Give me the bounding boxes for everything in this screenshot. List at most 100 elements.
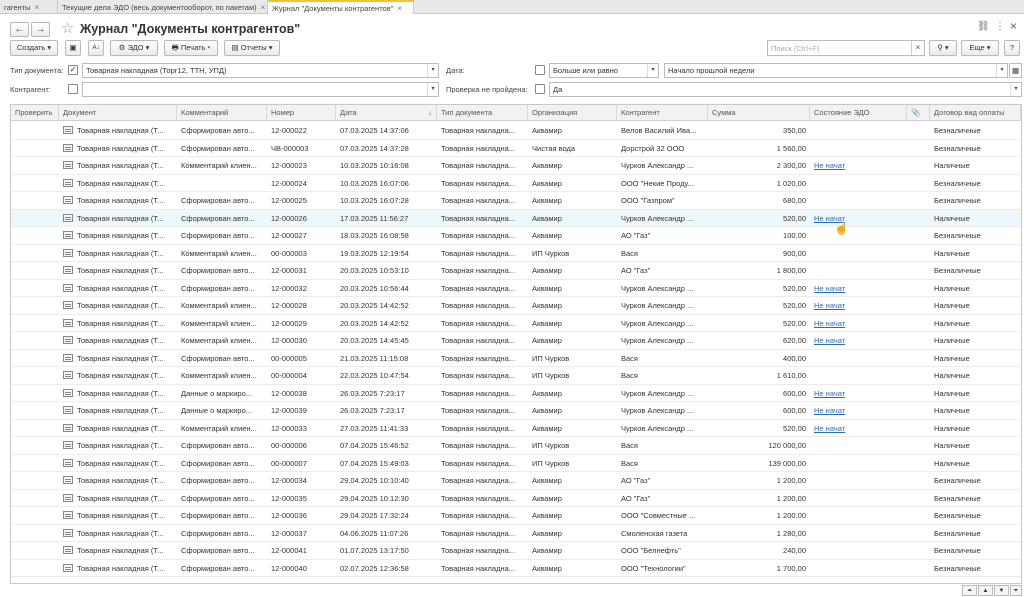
tab-journal[interactable]: Журнал "Документы контрагентов" × — [268, 0, 414, 14]
table-row[interactable]: Товарная накладная (Т... Сформирован авто… — [11, 209, 1021, 227]
table-row[interactable]: Товарная накладная (Т... Сформирован авто… — [11, 525, 1021, 542]
dropdown-icon[interactable]: ▾ — [1010, 83, 1021, 96]
date-condition-field[interactable]: Больше или равно ▾ — [549, 63, 659, 78]
table-row[interactable]: Товарная накладная (Т... Сформирован авто… — [11, 280, 1021, 297]
col-edo-state-cell[interactable]: Не начат — [810, 280, 907, 297]
col-edo-state-cell[interactable]: Не начат — [810, 210, 907, 227]
scroll-up-button[interactable]: ▲ — [978, 585, 993, 596]
col-check-cell — [11, 175, 59, 192]
dropdown-icon[interactable]: ▾ — [647, 64, 658, 77]
table-row[interactable]: Товарная накладная (Т... Сформирован авто… — [11, 350, 1021, 367]
col-document-header[interactable]: Документ — [59, 105, 177, 121]
table-row[interactable]: Товарная накладная (Т... Комментарий клие… — [11, 420, 1021, 437]
table-row[interactable]: Товарная накладная (Т... Сформирован авто… — [11, 262, 1021, 280]
tab-counterparties[interactable]: гагенты × — [0, 0, 58, 14]
search-input[interactable]: Поиск (Ctrl+F) × — [767, 40, 925, 56]
help-button[interactable]: ? — [1004, 40, 1020, 56]
more-icon[interactable]: ⋮ — [995, 21, 1005, 32]
scroll-down-button[interactable]: ▼ — [994, 585, 1009, 596]
table-row[interactable]: Товарная накладная (Т... Комментарий клие… — [11, 297, 1021, 315]
col-doctype-header[interactable]: Тип документа — [437, 105, 528, 121]
check-failed-checkbox[interactable] — [535, 84, 545, 94]
col-comment-header[interactable]: Комментарий — [177, 105, 267, 121]
create-button[interactable]: Создать ▾ — [10, 40, 58, 56]
table-row[interactable]: Товарная накладная (Т... Сформирован авто… — [11, 472, 1021, 490]
table-row[interactable]: Товарная накладная (Т... Сформирован авто… — [11, 560, 1021, 577]
reports-label: Отчеты — [240, 43, 267, 52]
col-check-cell — [11, 507, 59, 524]
forward-button[interactable]: → — [31, 22, 50, 37]
table-row[interactable]: Товарная накладная (Т... Сформирован авто… — [11, 227, 1021, 245]
table-row[interactable]: Товарная накладная (Т... Сформирован авто… — [11, 455, 1021, 472]
table-row[interactable]: Товарная накладная (Т... Комментарий клие… — [11, 245, 1021, 262]
col-edo-state-cell[interactable]: Не начат — [810, 385, 907, 402]
col-edo-state-cell[interactable]: Не начат — [810, 332, 907, 349]
col-counterparty-header[interactable]: Контрагент — [617, 105, 708, 121]
counterparty-checkbox[interactable] — [68, 84, 78, 94]
table-row[interactable]: Товарная накладная (Т... Сформирован авто… — [11, 140, 1021, 157]
more-button[interactable]: Еще ▾ — [961, 40, 999, 56]
table-row[interactable]: Товарная накладная (Т... Комментарий клие… — [11, 332, 1021, 350]
close-icon[interactable]: × — [397, 3, 402, 14]
col-doctype-cell: Товарная накладна... — [441, 406, 516, 415]
close-icon[interactable]: × — [1010, 19, 1017, 33]
col-edo-state-cell[interactable]: Не начат — [810, 402, 907, 419]
edo-button[interactable]: ⚙ ЭДО ▾ — [110, 40, 158, 56]
print-button[interactable]: 🖶 Печать ▾ — [164, 40, 218, 56]
col-edo-state-cell[interactable]: Не начат — [810, 157, 907, 174]
col-document-cell: Товарная накладная (Т... — [59, 367, 177, 384]
col-organization-header[interactable]: Организация — [528, 105, 617, 121]
col-edo-state-cell[interactable]: Не начат — [810, 297, 907, 314]
table-row[interactable]: Товарная накладная (Т... Данные о маркиро… — [11, 402, 1021, 420]
table-row[interactable]: Товарная накладная (Т... Сформирован авто… — [11, 192, 1021, 210]
col-payment-cell: Безналичные — [934, 476, 981, 485]
col-edo-state-cell[interactable]: Не начат — [810, 315, 907, 332]
star-icon[interactable]: ☆ — [61, 19, 74, 37]
date-checkbox[interactable] — [535, 65, 545, 75]
check-failed-field[interactable]: Да ▾ — [549, 82, 1022, 97]
col-check-cell — [11, 385, 59, 402]
search-button[interactable]: ⚲ ▾ — [929, 40, 957, 56]
col-counterparty-cell: Смоленская газета — [621, 528, 688, 538]
dropdown-icon[interactable]: ▾ — [427, 83, 438, 96]
close-icon[interactable]: × — [34, 1, 39, 14]
col-edo-state-cell[interactable]: Не начат — [810, 420, 907, 437]
calendar-button[interactable]: ▦ — [1009, 63, 1022, 78]
close-icon[interactable]: × — [261, 1, 266, 14]
table-row[interactable]: Товарная накладная (Т... Сформирован авто… — [11, 490, 1021, 507]
clear-icon[interactable]: × — [911, 41, 924, 55]
table-row[interactable]: Товарная накладная (Т... Сформирован авто… — [11, 122, 1021, 140]
back-button[interactable]: ← — [10, 22, 29, 37]
doc-type-field[interactable]: Товарная накладная (Торг12, ТТН, УПД) ▾ — [82, 63, 439, 78]
table-row[interactable]: Товарная накладная (Т... Комментарий клие… — [11, 157, 1021, 175]
reports-button[interactable]: ▤ Отчеты ▾ — [224, 40, 280, 56]
link-icon[interactable]: ⛓ — [977, 21, 990, 32]
table-row[interactable]: Товарная накладная (Т... Сформирован авто… — [11, 437, 1021, 455]
col-attachment-header[interactable]: 📎 — [907, 105, 930, 121]
dropdown-icon[interactable]: ▾ — [996, 64, 1007, 77]
dropdown-icon[interactable]: ▾ — [427, 64, 438, 77]
copy-button[interactable]: ▣ — [65, 40, 81, 56]
col-edo-state-header[interactable]: Состояние ЭДО — [810, 105, 907, 121]
col-payment-header[interactable]: Договор вид оплаты — [930, 105, 1021, 121]
col-doctype-cell: Товарная накладна... — [441, 353, 516, 363]
doc-type-checkbox[interactable]: ✓ — [68, 65, 78, 75]
date-value-field[interactable]: Начало прошлой недели ▾ — [664, 63, 1008, 78]
col-counterparty-cell: Вася — [621, 441, 638, 450]
sort-button[interactable]: A↓ — [88, 40, 104, 56]
table-row[interactable]: Товарная накладная (Т... Сформирован авто… — [11, 542, 1021, 560]
col-date-header[interactable]: Дата ↓ — [336, 105, 437, 121]
table-row[interactable]: Товарная накладная (Т... Данные о маркиро… — [11, 385, 1021, 402]
scroll-bottom-button[interactable]: ⏷ — [1010, 585, 1022, 596]
table-row[interactable]: Товарная накладная (Т... Комментарий клие… — [11, 315, 1021, 332]
table-row[interactable]: Товарная накладная (Т... 12-000024 10.03.2… — [11, 175, 1021, 192]
table-row[interactable]: Товарная накладная (Т... Сформирован авто… — [11, 507, 1021, 525]
scroll-top-button[interactable]: ⏶ — [962, 585, 977, 596]
col-check-header[interactable]: Проверить — [11, 105, 59, 121]
col-payment-cell: Безналичные — [934, 563, 981, 573]
counterparty-field[interactable]: ▾ — [82, 82, 439, 97]
col-amount-header[interactable]: Сумма — [708, 105, 810, 121]
table-row[interactable]: Товарная накладная (Т... Комментарий клие… — [11, 367, 1021, 385]
tab-current-edo[interactable]: Текущие дела ЭДО (весь документооборот, … — [58, 0, 268, 14]
col-number-header[interactable]: Номер — [267, 105, 336, 121]
